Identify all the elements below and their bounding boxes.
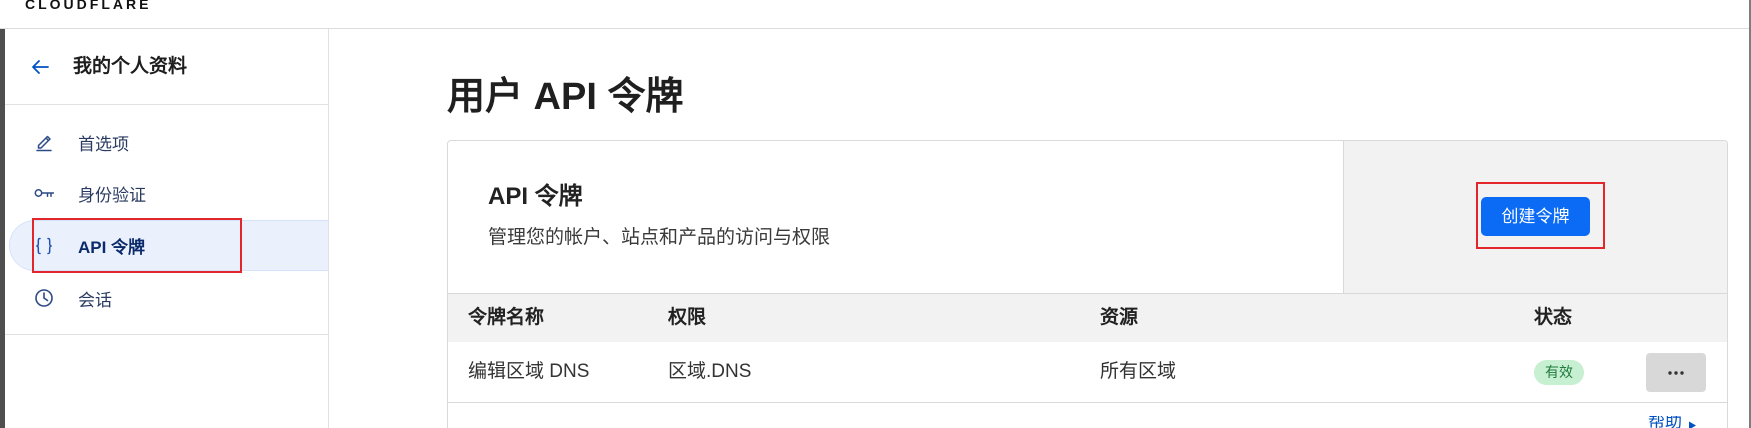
table-header: 令牌名称 权限 资源 状态 [448, 293, 1727, 342]
sidebar-divider [5, 104, 328, 105]
sidebar-item-label: 首选项 [78, 134, 129, 154]
api-tokens-card: API 令牌 管理您的帐户、站点和产品的访问与权限 创建令牌 令牌名称 权限 资… [447, 140, 1728, 428]
sidebar-item-label: 会话 [78, 290, 112, 310]
clock-icon [34, 288, 54, 308]
column-header-token-name[interactable]: 令牌名称 [468, 294, 544, 342]
back-button[interactable] [27, 54, 53, 80]
key-icon [34, 183, 54, 203]
column-header-resources[interactable]: 资源 [1100, 294, 1138, 342]
help-link-label: 帮助 [1648, 416, 1682, 428]
permission-cell: 区域.DNS [668, 361, 752, 382]
column-header-status[interactable]: 状态 [1534, 294, 1572, 342]
page-title: 用户 API 令牌 [447, 76, 684, 118]
sidebar-item-label: 身份验证 [78, 185, 146, 205]
logo-text: CLOUDFLARE [25, 0, 152, 12]
help-link[interactable]: 帮助 [1648, 416, 1726, 428]
row-actions-button[interactable] [1646, 353, 1706, 392]
status-badge: 有效 [1534, 360, 1584, 385]
top-bar: CLOUDFLARE [0, 0, 1751, 29]
column-header-permissions[interactable]: 权限 [668, 294, 706, 342]
resource-cell: 所有区域 [1100, 361, 1177, 382]
caret-right-icon [1688, 419, 1697, 428]
sidebar-title: 我的个人资料 [73, 56, 188, 77]
card-title: API 令牌 [488, 183, 583, 210]
sidebar: 我的个人资料 首选项 身份验证 API 令牌 会话 [5, 29, 329, 428]
table-row: 编辑区域 DNS 区域.DNS 所有区域 有效 [448, 342, 1727, 403]
sidebar-item-sessions[interactable]: 会话 [9, 273, 328, 323]
more-horizontal-icon [1668, 370, 1684, 376]
braces-icon [34, 236, 54, 256]
sidebar-item-label: API 令牌 [78, 238, 146, 257]
sidebar-divider [5, 334, 328, 335]
token-name-cell: 编辑区域 DNS [468, 361, 590, 382]
pencil-icon [34, 132, 54, 152]
card-description: 管理您的帐户、站点和产品的访问与权限 [488, 227, 831, 248]
cloudflare-logo[interactable]: CLOUDFLARE [25, 0, 175, 12]
sidebar-item-authentication[interactable]: 身份验证 [9, 168, 328, 218]
sidebar-item-preferences[interactable]: 首选项 [9, 117, 328, 167]
sidebar-item-api-tokens[interactable]: API 令牌 [9, 220, 328, 271]
create-token-button[interactable]: 创建令牌 [1481, 197, 1590, 236]
arrow-left-icon [30, 57, 50, 77]
